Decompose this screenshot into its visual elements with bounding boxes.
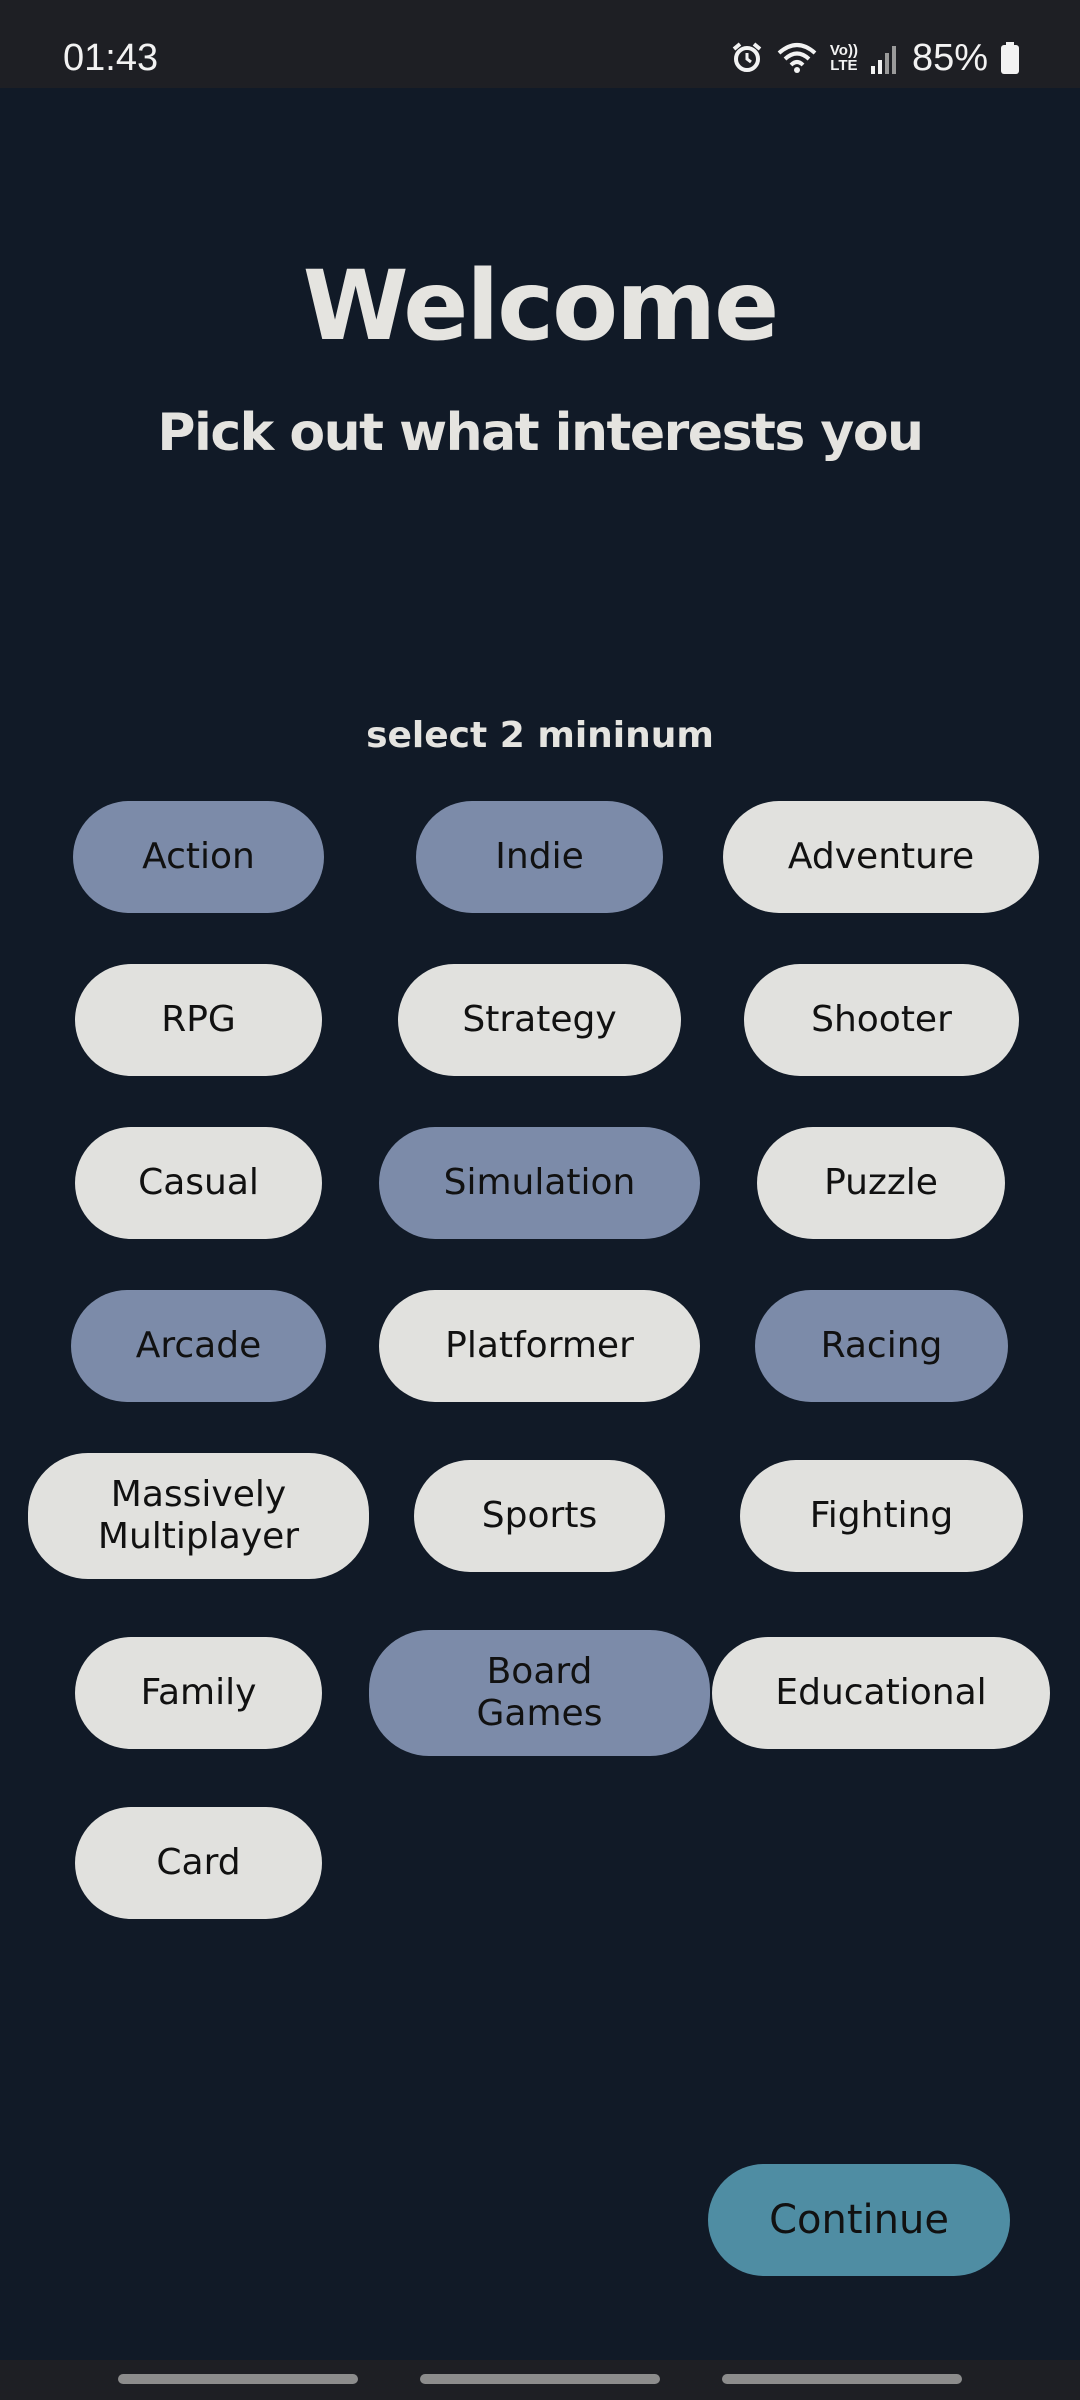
genre-chip-label: Action	[142, 836, 255, 877]
volte-label: Vo))	[829, 42, 858, 59]
genre-chip-label: Racing	[820, 1325, 943, 1366]
nav-back-handle[interactable]	[722, 2374, 962, 2384]
genre-chip-board-games[interactable]: Board Games	[369, 1630, 710, 1756]
page-title: Welcome	[302, 250, 779, 362]
genre-chip-strategy[interactable]: Strategy	[398, 964, 681, 1076]
genre-chip-label: Massively Multiplayer	[97, 1474, 300, 1557]
genre-chip-educational[interactable]: Educational	[712, 1637, 1050, 1749]
page-subtitle: Pick out what interests you	[157, 403, 924, 463]
lte-label: LTE	[830, 57, 858, 74]
genre-chip-rpg[interactable]: RPG	[75, 964, 322, 1076]
genre-chip-label: Sports	[481, 1495, 598, 1536]
battery-icon	[1000, 41, 1020, 75]
genre-chip-label: Platformer	[445, 1325, 634, 1366]
genre-chip-label: Family	[140, 1672, 257, 1713]
genre-chip-action[interactable]: Action	[73, 801, 324, 913]
status-icons: Vo)) LTE 85%	[730, 0, 1020, 88]
genre-chip-racing[interactable]: Racing	[755, 1290, 1008, 1402]
status-time: 01:43	[63, 37, 159, 79]
genre-chip-label: Shooter	[811, 999, 952, 1040]
genre-chip-label: Puzzle	[824, 1162, 938, 1203]
selection-hint: select 2 mininum	[366, 715, 714, 756]
genre-chip-shooter[interactable]: Shooter	[744, 964, 1019, 1076]
wifi-icon	[776, 41, 818, 75]
nav-home-handle[interactable]	[420, 2374, 660, 2384]
genre-chip-simulation[interactable]: Simulation	[379, 1127, 700, 1239]
genre-chip-label: Fighting	[809, 1495, 954, 1536]
nav-recents-handle[interactable]	[118, 2374, 358, 2384]
genre-chip-card[interactable]: Card	[75, 1807, 322, 1919]
genre-chip-family[interactable]: Family	[75, 1637, 322, 1749]
genre-chip-label: Adventure	[787, 836, 975, 877]
status-bar: 01:43 Vo)) LTE 85%	[0, 0, 1080, 88]
genre-chip-arcade[interactable]: Arcade	[71, 1290, 326, 1402]
alarm-icon	[730, 41, 764, 75]
genre-chip-label: Casual	[138, 1162, 259, 1203]
navigation-bar	[0, 2360, 1080, 2400]
genre-chip-label: Strategy	[462, 999, 617, 1040]
signal-icon	[870, 42, 900, 74]
genre-chip-label: Arcade	[135, 1325, 262, 1366]
genre-chip-adventure[interactable]: Adventure	[723, 801, 1039, 913]
genre-chip-label: Board Games	[476, 1651, 603, 1734]
genre-chip-label: Educational	[775, 1672, 987, 1713]
genre-chip-label: RPG	[161, 999, 236, 1040]
genre-chip-massively-multiplayer[interactable]: Massively Multiplayer	[28, 1453, 369, 1579]
genre-chip-sports[interactable]: Sports	[414, 1460, 665, 1572]
network-type-indicator: Vo)) LTE	[830, 43, 858, 73]
continue-button[interactable]: Continue	[708, 2164, 1010, 2276]
genre-chip-label: Simulation	[443, 1162, 636, 1203]
genre-chip-label: Indie	[495, 836, 584, 877]
genre-chip-puzzle[interactable]: Puzzle	[757, 1127, 1005, 1239]
genre-chip-indie[interactable]: Indie	[416, 801, 663, 913]
genre-chip-casual[interactable]: Casual	[75, 1127, 322, 1239]
genre-chip-platformer[interactable]: Platformer	[379, 1290, 700, 1402]
genre-chip-fighting[interactable]: Fighting	[740, 1460, 1023, 1572]
genre-chip-label: Card	[156, 1842, 241, 1883]
battery-percentage: 85%	[911, 36, 988, 79]
